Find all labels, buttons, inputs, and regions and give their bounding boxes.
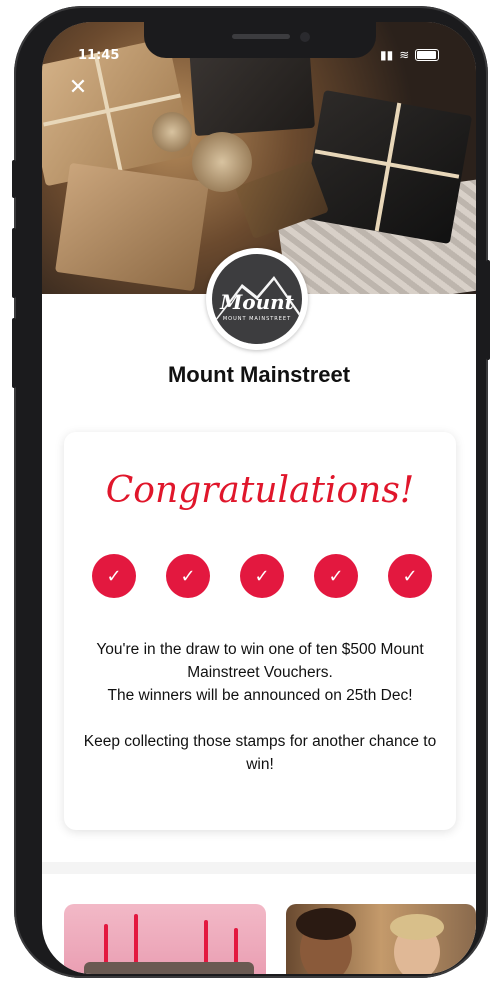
- reward-message: You're in the draw to win one of ten $50…: [82, 638, 438, 776]
- check-icon: ✓: [106, 565, 122, 587]
- promo-thumbnail-cake[interactable]: [64, 904, 266, 974]
- close-button[interactable]: ✕: [66, 76, 90, 100]
- stamp-row: ✓ ✓ ✓ ✓ ✓: [92, 554, 432, 598]
- stamp-1: ✓: [92, 554, 136, 598]
- reward-card: Congratulations! ✓ ✓ ✓ ✓ ✓ You're in the…: [64, 432, 456, 830]
- signal-icon: ▮▮: [380, 48, 394, 62]
- volume-down-button: [12, 318, 16, 388]
- check-icon: ✓: [328, 565, 344, 587]
- notch: [144, 22, 376, 58]
- section-divider: [42, 862, 476, 874]
- volume-up-button: [12, 228, 16, 298]
- stamp-5: ✓: [388, 554, 432, 598]
- merchant-name: Mount Mainstreet: [167, 362, 351, 387]
- logo-wordmark: Mount: [220, 290, 294, 314]
- stamp-2: ✓: [166, 554, 210, 598]
- app-screen: 11:45 ▮▮ ≋ ✕ Mount MOUNT MAINSTREET Moun…: [42, 22, 476, 974]
- close-icon: ✕: [68, 75, 88, 100]
- check-icon: ✓: [254, 565, 270, 587]
- battery-icon: [415, 49, 440, 61]
- status-time: 11:45: [78, 48, 120, 63]
- message-winners: The winners will be announced on 25th De…: [107, 687, 413, 704]
- congratulations-heading: Congratulations!: [105, 470, 415, 511]
- message-keep-collecting: Keep collecting those stamps for another…: [83, 733, 437, 773]
- merchant-logo: Mount MOUNT MAINSTREET: [206, 248, 308, 350]
- mute-switch: [12, 160, 16, 198]
- stamp-4: ✓: [314, 554, 358, 598]
- wifi-icon: ≋: [399, 48, 410, 62]
- stamp-3: ✓: [240, 554, 284, 598]
- status-icons: ▮▮ ≋: [380, 48, 440, 62]
- speaker: [232, 34, 290, 39]
- power-button: [486, 260, 490, 360]
- front-camera: [300, 32, 310, 42]
- message-draw: You're in the draw to win one of ten $50…: [96, 641, 424, 681]
- logo-subtext: MOUNT MAINSTREET: [222, 316, 292, 322]
- promo-thumbnail-people[interactable]: [286, 904, 476, 974]
- check-icon: ✓: [402, 565, 418, 587]
- check-icon: ✓: [180, 565, 196, 587]
